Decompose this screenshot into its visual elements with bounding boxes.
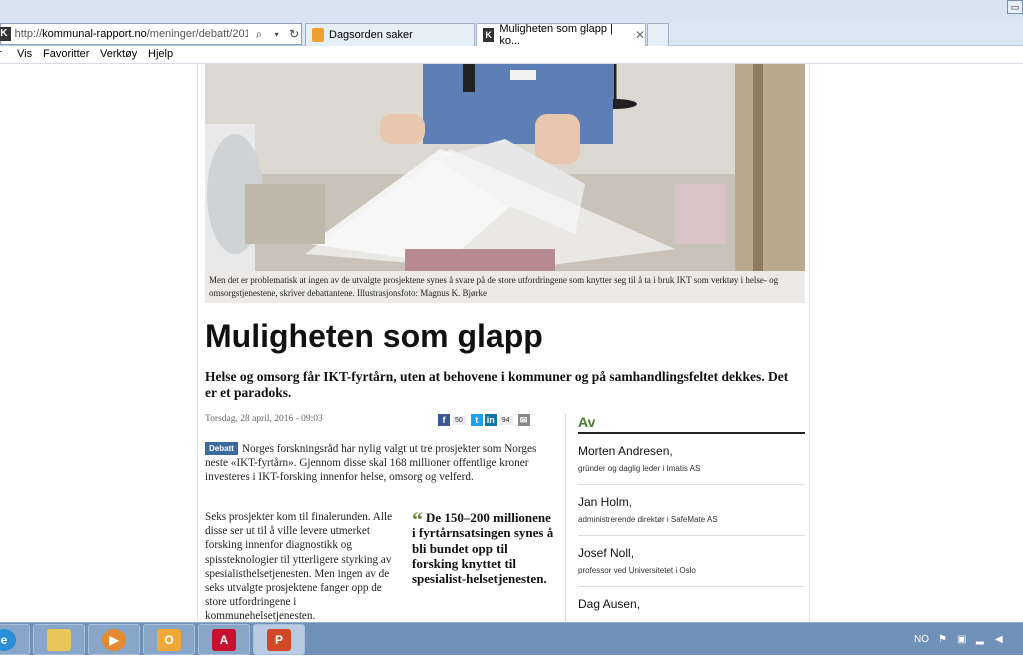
menu-item-verktoy[interactable]: Verktøy <box>100 48 137 60</box>
author-role: administrerende direktør i SafeMate AS <box>578 515 718 524</box>
column-divider <box>565 414 566 622</box>
window-restore-button[interactable]: ▭ <box>1007 0 1023 14</box>
photo-illustration <box>205 64 805 271</box>
author-name: Josef Noll, <box>578 546 635 560</box>
tab-dagsorden[interactable]: Dagsorden saker <box>305 23 475 46</box>
facebook-share-count: 50 <box>452 415 466 425</box>
author-name: Jan Holm, <box>578 495 633 509</box>
author-box-title: Av <box>578 414 805 434</box>
publish-date: Torsdag, 28 april, 2016 - 09:03 <box>205 414 323 424</box>
article-paragraph: Debatt Norges forskningsråd har nylig val… <box>205 442 537 483</box>
email-icon[interactable]: ✉ <box>517 414 530 426</box>
tab-muligheten[interactable]: K Muligheten som glapp | ko... ✕ <box>476 23 646 47</box>
menu-item-file[interactable]: r <box>0 48 2 60</box>
powerpoint-icon: P <box>267 628 291 651</box>
volume-icon[interactable]: ◀ <box>995 634 1005 645</box>
menu-item-hjelp[interactable]: Hjelp <box>148 48 173 60</box>
folder-icon <box>47 628 71 651</box>
taskbar-outlook[interactable]: O <box>143 624 195 655</box>
address-bar[interactable]: K http://kommunal-rapport.no/meninger/de… <box>0 23 302 45</box>
menu-item-vis[interactable]: Vis <box>17 48 32 60</box>
tab-favicon-icon <box>312 28 324 42</box>
author-item: Morten Andresen, gründer og daglig leder… <box>578 434 805 485</box>
windows-taskbar: e ▶ O A P NO ⚑ ▣ ▂ ◀ <box>0 622 1023 655</box>
article-lead: Helse og omsorg får IKT-fyrtårn, uten at… <box>205 369 789 400</box>
taskbar-internet-explorer[interactable]: e <box>0 624 30 655</box>
internet-explorer-icon: e <box>0 628 16 651</box>
taskbar-acrobat[interactable]: A <box>198 624 250 655</box>
new-tab-button[interactable] <box>647 23 669 46</box>
network-icon[interactable]: ▂ <box>976 634 986 645</box>
close-tab-icon[interactable]: ✕ <box>635 28 645 42</box>
acrobat-icon: A <box>212 628 236 651</box>
taskbar-explorer[interactable] <box>33 624 85 655</box>
author-role: gründer og daglig leder i Imatis AS <box>578 464 701 473</box>
outlook-icon: O <box>157 628 181 651</box>
language-indicator[interactable]: NO <box>914 634 929 645</box>
author-item: Jan Holm, administrerende direktør i Saf… <box>578 485 805 536</box>
author-name: Dag Ausen, <box>578 597 641 611</box>
author-name: Morten Andresen, <box>578 444 673 458</box>
share-bar: f 50 t in 94 ✉ <box>438 414 530 426</box>
article-page: Men det er problematisk at ingen av de u… <box>197 64 810 622</box>
system-tray: NO ⚑ ▣ ▂ ◀ <box>914 623 1023 656</box>
taskbar-media-player[interactable]: ▶ <box>88 624 140 655</box>
site-favicon-icon: K <box>0 27 11 41</box>
category-tag[interactable]: Debatt <box>205 442 238 455</box>
twitter-icon[interactable]: t <box>470 414 483 426</box>
menu-item-favoritter[interactable]: Favoritter <box>43 48 89 60</box>
author-item: Dag Ausen, <box>578 587 805 622</box>
photo-caption: Men det er problematisk at ingen av de u… <box>205 271 805 303</box>
author-item: Josef Noll, professor ved Universitetet … <box>578 536 805 587</box>
taskbar-powerpoint[interactable]: P <box>253 624 305 655</box>
facebook-icon[interactable]: f <box>438 414 450 426</box>
browser-toolbar: K http://kommunal-rapport.no/meninger/de… <box>0 22 1023 47</box>
pull-quote: “De 150–200 millionene i fyrtårnsatsinge… <box>412 507 554 587</box>
flag-icon[interactable]: ⚑ <box>938 634 948 645</box>
author-role: professor ved Universitetet i Oslo <box>578 566 696 575</box>
media-player-icon: ▶ <box>102 628 126 651</box>
menu-bar: r Vis Favoritter Verktøy Hjelp <box>0 46 1023 64</box>
refresh-icon[interactable]: ↻ <box>287 27 301 41</box>
article-photo <box>205 64 805 271</box>
article-paragraph: Seks prosjekter kom til finalerunden. Al… <box>205 511 393 622</box>
url-text[interactable]: http://kommunal-rapport.no/meninger/deba… <box>15 28 249 40</box>
tab-favicon-icon: K <box>483 28 495 42</box>
window-titlebar: ▭ <box>0 0 1023 22</box>
author-box: Av Morten Andresen, gründer og daglig le… <box>578 414 805 622</box>
search-icon[interactable]: ⌕ <box>252 27 266 42</box>
action-center-icon[interactable]: ▣ <box>957 634 967 645</box>
dropdown-arrow-icon[interactable]: ▾ <box>270 30 284 39</box>
linkedin-icon[interactable]: in <box>484 414 497 426</box>
article-headline: Muligheten som glapp <box>205 318 543 354</box>
linkedin-share-count: 94 <box>498 415 513 425</box>
